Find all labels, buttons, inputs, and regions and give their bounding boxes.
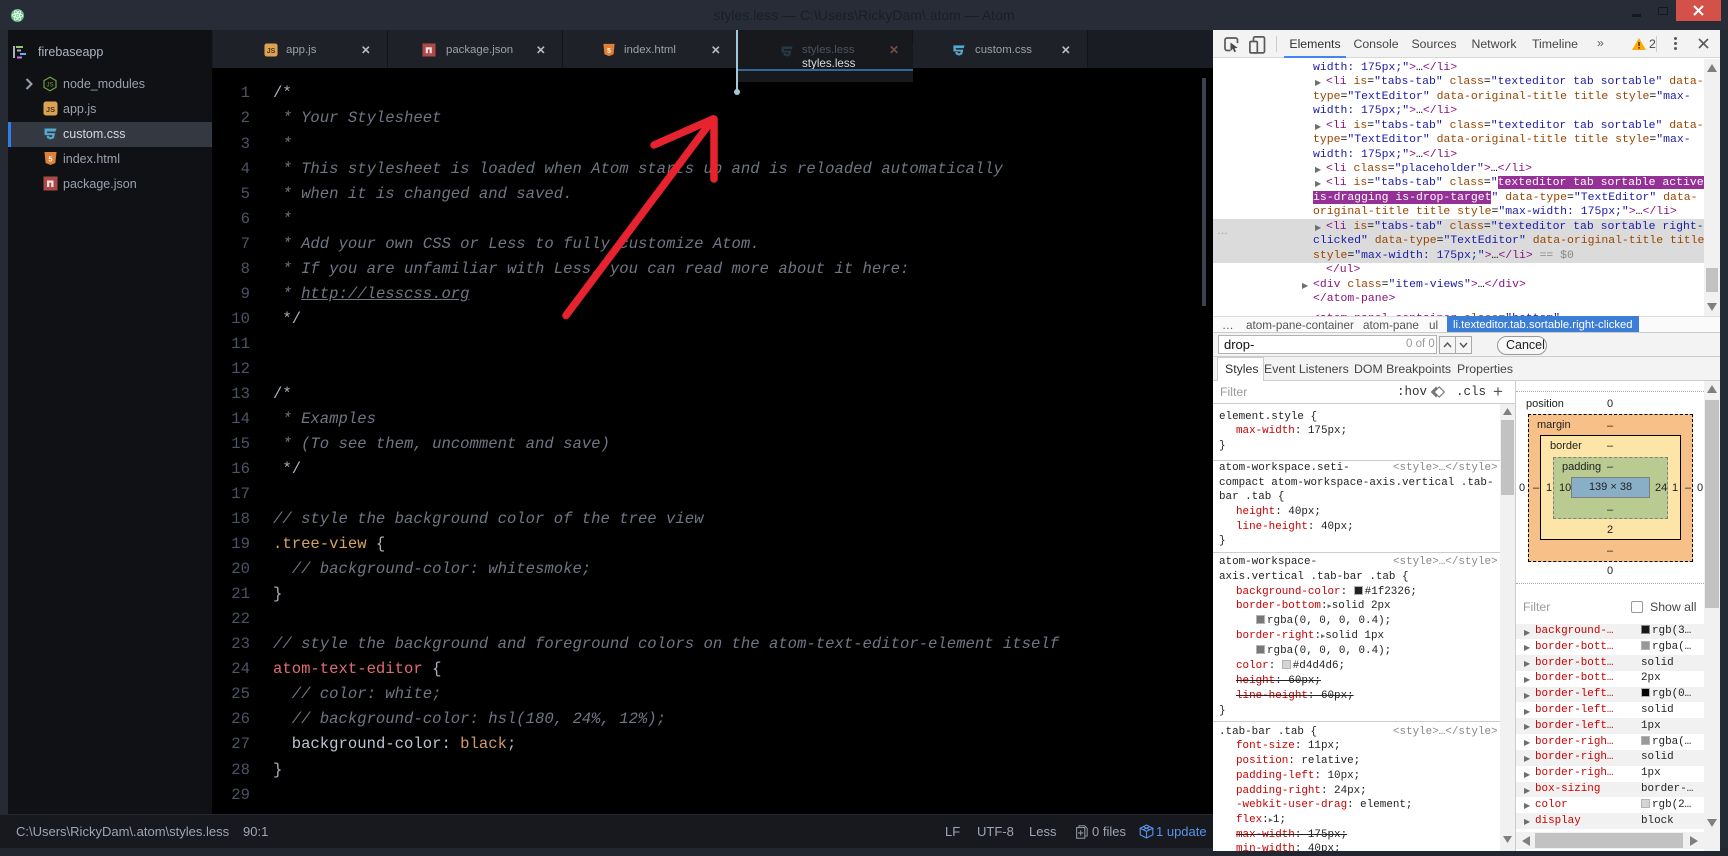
- svg-text:5: 5: [607, 48, 611, 55]
- svg-text:JS: JS: [267, 48, 276, 55]
- svg-text:JS: JS: [46, 83, 53, 89]
- svg-text:5: 5: [48, 155, 52, 164]
- svg-text:JS: JS: [46, 105, 55, 114]
